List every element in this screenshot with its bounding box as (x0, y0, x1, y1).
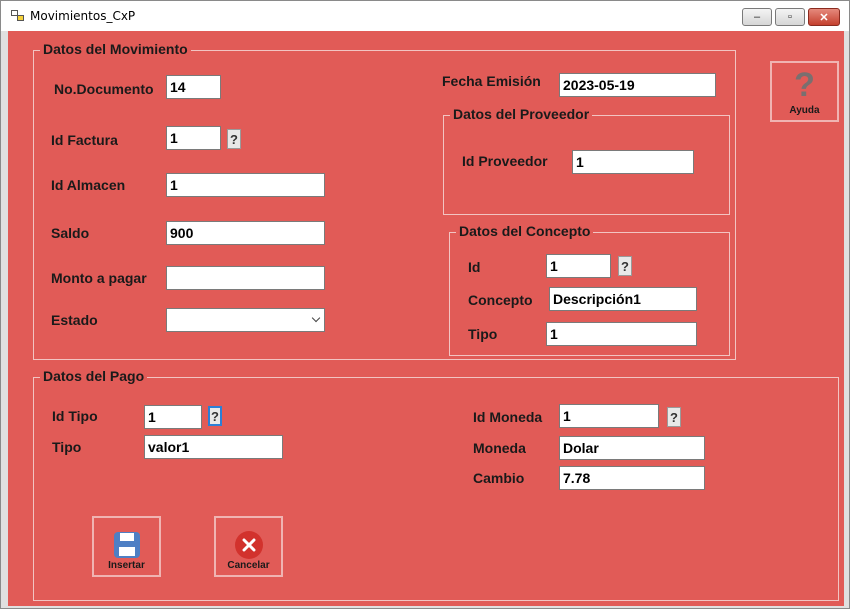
concepto-tipo-field[interactable]: 1 (546, 322, 697, 346)
id-proveedor-field[interactable]: 1 (572, 150, 694, 174)
cancel-button-label: Cancelar (227, 560, 270, 571)
group-datos-proveedor: Datos del Proveedor Id Proveedor 1 (443, 106, 730, 215)
pago-id-tipo-field[interactable]: 1 (144, 405, 202, 429)
cancel-button[interactable]: Cancelar (214, 516, 283, 577)
no-documento-label: No.Documento (54, 81, 154, 97)
help-icon: ? (211, 408, 219, 424)
group-title: Datos del Movimiento (40, 41, 191, 57)
moneda-lookup-button[interactable]: ? (667, 407, 681, 427)
title-bar[interactable]: Movimientos_CxP – ▫ ✕ (1, 1, 849, 31)
id-moneda-label: Id Moneda (473, 409, 543, 425)
chevron-down-icon (311, 313, 321, 323)
save-icon (114, 532, 140, 558)
concepto-label: Concepto (468, 292, 533, 308)
cancel-icon (235, 531, 263, 559)
cambio-field[interactable]: 7.78 (559, 466, 705, 490)
window-title: Movimientos_CxP (30, 9, 136, 23)
help-icon: ? (670, 409, 678, 425)
estado-label: Estado (51, 312, 98, 328)
monto-pagar-label: Monto a pagar (51, 270, 147, 286)
cambio-label: Cambio (473, 470, 525, 486)
insert-button-label: Insertar (108, 560, 145, 571)
insert-button[interactable]: Insertar (92, 516, 161, 577)
close-icon: ✕ (819, 11, 829, 24)
form-client-area: Datos del Movimiento No.Documento 14 Id … (8, 31, 844, 606)
group-datos-movimiento: Datos del Movimiento No.Documento 14 Id … (33, 41, 736, 360)
concepto-id-label: Id (468, 259, 481, 275)
group-title: Datos del Concepto (456, 223, 594, 239)
saldo-field[interactable]: 900 (166, 221, 325, 245)
no-documento-field[interactable]: 14 (166, 75, 221, 99)
help-button-label: Ayuda (789, 105, 820, 116)
help-icon: ? (794, 66, 815, 104)
pago-tipo-field[interactable]: valor1 (144, 435, 283, 459)
pago-id-tipo-label: Id Tipo (52, 408, 98, 424)
moneda-label: Moneda (473, 440, 526, 456)
restore-icon: ▫ (788, 11, 792, 23)
concepto-id-field[interactable]: 1 (546, 254, 611, 278)
concepto-field[interactable]: Descripción1 (549, 287, 697, 311)
estado-select[interactable] (166, 308, 325, 332)
main-window: Movimientos_CxP – ▫ ✕ Datos del Movimien… (0, 0, 850, 609)
pago-tipo-lookup-button[interactable]: ? (208, 406, 222, 426)
concepto-tipo-label: Tipo (468, 326, 498, 342)
id-factura-label: Id Factura (51, 132, 118, 148)
id-factura-lookup-button[interactable]: ? (227, 129, 241, 149)
help-icon: ? (230, 131, 238, 147)
saldo-label: Saldo (51, 225, 90, 241)
pago-tipo-label: Tipo (52, 439, 82, 455)
fecha-emision-label: Fecha Emisión (442, 73, 541, 89)
group-title: Datos del Proveedor (450, 106, 593, 122)
concepto-lookup-button[interactable]: ? (618, 256, 632, 276)
help-icon: ? (621, 258, 629, 274)
minimize-button[interactable]: – (742, 8, 772, 26)
group-datos-concepto: Datos del Concepto Id 1 ? Concepto Descr… (449, 223, 730, 356)
moneda-field[interactable]: Dolar (559, 436, 705, 460)
minimize-icon: – (753, 11, 761, 23)
close-button[interactable]: ✕ (808, 8, 840, 26)
fecha-emision-field[interactable]: 2023-05-19 (559, 73, 716, 97)
restore-button[interactable]: ▫ (775, 8, 805, 26)
id-moneda-field[interactable]: 1 (559, 404, 659, 428)
group-datos-pago: Datos del Pago Id Tipo 1 ? Tipo valor1 I… (33, 368, 839, 601)
id-factura-field[interactable]: 1 (166, 126, 221, 150)
help-button[interactable]: ? Ayuda (770, 61, 839, 122)
monto-pagar-field[interactable] (166, 266, 325, 290)
id-proveedor-label: Id Proveedor (462, 153, 548, 169)
app-icon (11, 10, 25, 22)
id-almacen-label: Id Almacen (51, 177, 126, 193)
group-title: Datos del Pago (40, 368, 148, 384)
id-almacen-field[interactable]: 1 (166, 173, 325, 197)
